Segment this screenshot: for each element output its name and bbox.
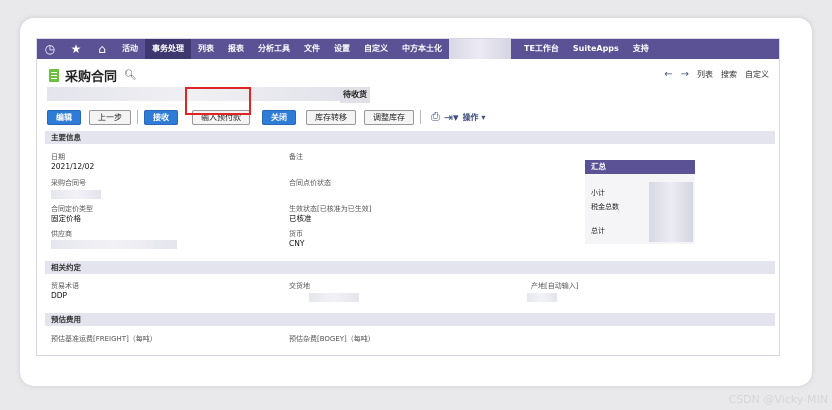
status-badge: 待收货: [340, 87, 370, 103]
vendor-field: 供应商: [51, 230, 72, 238]
nav-customization[interactable]: 自定义: [357, 39, 395, 59]
toolbar-divider: [137, 110, 138, 124]
nav-te-workbench[interactable]: TE工作台: [517, 39, 566, 59]
summary-body: 小计 税金总数 总计: [585, 174, 695, 244]
back-button[interactable]: 上一步: [89, 109, 131, 125]
subtotal-label: 小计: [591, 189, 605, 197]
section-estimated-costs[interactable]: 预估费用: [45, 313, 775, 326]
nav-support[interactable]: 支持: [626, 39, 656, 59]
tax-total-label: 税金总数: [591, 203, 619, 211]
app-window: ◷ ★ ⌂ 活动 事务处理 列表 报表 分析工具 文件 设置 自定义 中方本土化…: [36, 38, 780, 356]
redacted-origin: [527, 293, 557, 302]
summary-title: 汇总: [585, 160, 695, 174]
nav-suiteapps[interactable]: SuiteApps: [566, 39, 626, 59]
inventory-transfer-button[interactable]: 库存转移: [306, 109, 356, 125]
effective-status-field: 生效状态[已核准为已生效] 已核准: [289, 205, 372, 223]
nav-analytics[interactable]: 分析工具: [251, 39, 297, 59]
section-related-terms[interactable]: 相关约定: [45, 261, 775, 274]
search-link[interactable]: 搜索: [721, 69, 737, 80]
summary-panel: 汇总 小计 税金总数 总计: [585, 160, 695, 244]
top-navigation: ◷ ★ ⌂ 活动 事务处理 列表 报表 分析工具 文件 设置 自定义 中方本土化…: [37, 39, 779, 59]
pricing-type-field: 合同定价类型 固定价格: [51, 205, 93, 223]
total-label: 总计: [591, 227, 605, 235]
print-icon[interactable]: ⎙: [431, 110, 440, 124]
pricing-status-field: 合同点价状态: [289, 179, 331, 187]
export-icon[interactable]: ⇥▾: [444, 111, 459, 124]
actions-menu[interactable]: 操作 ▾: [463, 112, 486, 123]
list-link[interactable]: 列表: [697, 69, 713, 80]
redacted-delivery-place: [309, 293, 359, 302]
trade-term-field: 贸易术语 DDP: [51, 282, 79, 300]
adjust-inventory-button[interactable]: 调整库存: [364, 109, 414, 125]
redacted-summary-values: [649, 182, 693, 242]
next-record-arrow-icon[interactable]: →: [681, 69, 689, 80]
nav-localization[interactable]: 中方本土化: [395, 39, 449, 59]
memo-field: 备注: [289, 153, 303, 161]
nav-activities[interactable]: 活动: [115, 39, 145, 59]
highlight-box: [185, 87, 251, 115]
receive-button[interactable]: 接收: [144, 109, 178, 125]
document-icon: [49, 68, 59, 82]
bogey-field: 预估杂费[BOGEY]（每吨）: [289, 335, 375, 343]
page-header: 采购合同 🔍︎: [49, 65, 137, 85]
customize-link[interactable]: 自定义: [745, 69, 769, 80]
nav-documents[interactable]: 文件: [297, 39, 327, 59]
page-title: 采购合同: [65, 69, 118, 85]
section-main-info[interactable]: 主要信息: [45, 131, 775, 144]
origin-field: 产地[自动输入]: [531, 282, 579, 290]
recent-icon[interactable]: ◷: [37, 39, 63, 59]
redacted-vendor: [51, 240, 177, 249]
redacted-contract-number: [51, 190, 101, 199]
nav-transactions[interactable]: 事务处理: [145, 39, 191, 59]
action-toolbar: 编辑 上一步 接收 输入预付款 关闭 库存转移 调整库存 ⎙ ⇥▾ 操作 ▾: [47, 109, 485, 125]
record-navigation: ← → 列表 搜索 自定义: [664, 69, 769, 80]
toolbar-divider: [420, 110, 421, 124]
search-icon[interactable]: 🔍︎: [124, 70, 137, 81]
watermark: CSDN @Vicky-MIN: [728, 393, 828, 406]
freight-field: 预估基准运费[FREIGHT]（每吨）: [51, 335, 157, 343]
edit-button[interactable]: 编辑: [47, 109, 81, 125]
delivery-place-field: 交货地: [289, 282, 310, 290]
nav-setup[interactable]: 设置: [327, 39, 357, 59]
currency-field: 货币 CNY: [289, 230, 305, 248]
contract-number-field: 采购合同号: [51, 179, 86, 187]
nav-reports[interactable]: 报表: [221, 39, 251, 59]
date-field: 日期 2021/12/02: [51, 153, 95, 171]
nav-lists[interactable]: 列表: [191, 39, 221, 59]
previous-record-arrow-icon[interactable]: ←: [664, 69, 672, 80]
home-icon[interactable]: ⌂: [89, 39, 115, 59]
close-button[interactable]: 关闭: [262, 109, 296, 125]
star-icon[interactable]: ★: [63, 39, 89, 59]
redacted-nav-item: [449, 39, 511, 59]
